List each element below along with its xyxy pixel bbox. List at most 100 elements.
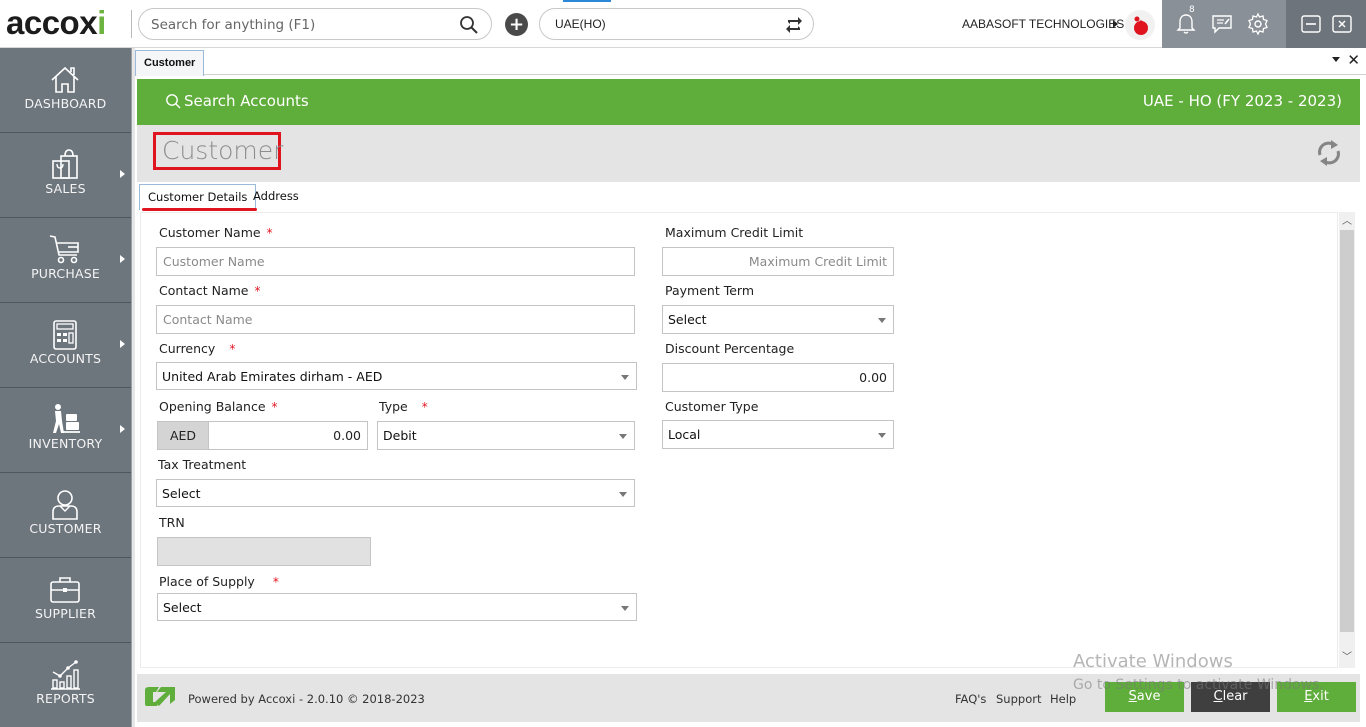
sidebar-label: SALES: [45, 181, 86, 196]
trn-input[interactable]: [157, 537, 371, 566]
sidebar-item-customer[interactable]: CUSTOMER: [0, 473, 131, 558]
chevron-down-icon: [878, 433, 886, 438]
label-text: Opening Balance: [159, 399, 266, 414]
max-credit-limit-label: Maximum Credit Limit: [665, 225, 804, 240]
trn-label: TRN: [159, 515, 185, 530]
chevron-down-icon: [878, 318, 886, 323]
label-text: Currency: [159, 341, 216, 356]
bell-icon[interactable]: [1174, 12, 1198, 36]
chevron-right-icon: [120, 425, 125, 433]
refresh-icon[interactable]: [1314, 137, 1344, 169]
label-text: Place of Supply: [159, 574, 255, 589]
discount-percentage-input[interactable]: [662, 363, 894, 392]
customer-type-select[interactable]: Local: [662, 420, 894, 449]
message-icon[interactable]: [1210, 12, 1234, 36]
help-link[interactable]: Help: [1050, 692, 1076, 706]
currency-label: Currency *: [159, 341, 235, 356]
sidebar-item-accounts[interactable]: ACCOUNTS: [0, 303, 131, 388]
tax-treatment-select[interactable]: Select: [156, 479, 635, 507]
type-select[interactable]: Debit: [377, 421, 635, 450]
required-marker: *: [421, 400, 428, 414]
sidebar-item-dashboard[interactable]: DASHBOARD: [0, 48, 131, 133]
global-search[interactable]: [138, 8, 492, 40]
add-icon: +: [508, 13, 525, 35]
gear-icon[interactable]: [1246, 12, 1270, 36]
branch-label: UAE(HO): [555, 17, 606, 31]
required-marker: *: [266, 226, 273, 240]
payment-term-select[interactable]: Select: [662, 305, 894, 334]
minimize-icon[interactable]: [1299, 12, 1323, 36]
label-text: Type: [379, 399, 408, 414]
branch-selector[interactable]: UAE(HO): [539, 8, 814, 40]
sidebar: DASHBOARD SALES PURCHASE ACCOUNTS INVENT…: [0, 48, 131, 727]
avatar[interactable]: [1125, 10, 1155, 40]
user-icon: [52, 490, 78, 520]
notification-count: 8: [1189, 5, 1195, 15]
required-marker: *: [229, 342, 236, 356]
opening-balance-label: Opening Balance *: [159, 399, 278, 414]
scrollbar-thumb[interactable]: [1340, 230, 1354, 632]
top-bar: accoxi + UAE(HO) AABASOFT TECHNOLOGIES 8: [0, 0, 1366, 48]
tab-customer-details[interactable]: Customer Details: [139, 184, 258, 211]
contact-name-input[interactable]: [156, 305, 635, 334]
tab-list-dropdown-icon[interactable]: [1332, 57, 1340, 62]
scroll-down-icon[interactable]: ﹀: [1339, 650, 1355, 666]
page-title: Customer: [153, 132, 283, 170]
fiscal-year-label: UAE - HO (FY 2023 - 2023): [1142, 92, 1342, 110]
chart-icon: [51, 660, 80, 690]
max-credit-limit-input[interactable]: [662, 247, 894, 276]
sidebar-item-sales[interactable]: SALES: [0, 133, 131, 218]
place-of-supply-select[interactable]: Select: [157, 593, 637, 621]
sidebar-item-inventory[interactable]: INVENTORY: [0, 388, 131, 473]
toolbar-tools: [1162, 0, 1286, 48]
chevron-down-icon: [621, 606, 629, 611]
sidebar-item-purchase[interactable]: PURCHASE: [0, 218, 131, 303]
swap-branch-icon[interactable]: [783, 14, 805, 36]
chevron-down-icon: [619, 492, 627, 497]
place-of-supply-value: Select: [163, 600, 202, 615]
activate-windows-watermark: Activate Windows: [1073, 651, 1233, 672]
briefcase-icon: [50, 577, 80, 603]
window-controls: [1286, 0, 1366, 48]
global-search-input[interactable]: [151, 15, 451, 35]
add-button[interactable]: +: [505, 13, 528, 36]
logo-text: accox: [6, 4, 98, 41]
module-header: Search Accounts UAE - HO (FY 2023 - 2023…: [137, 79, 1360, 125]
faqs-link[interactable]: FAQ's: [955, 692, 986, 706]
caret-right-icon[interactable]: [1113, 20, 1118, 28]
label-text: Contact Name: [159, 283, 249, 298]
doc-tab-customer[interactable]: Customer: [135, 50, 205, 76]
label-text: Customer Name: [159, 225, 261, 240]
tax-treatment-value: Select: [162, 486, 201, 501]
search-accounts-button[interactable]: Search Accounts: [165, 92, 309, 110]
chevron-right-icon: [120, 255, 125, 263]
tax-treatment-label: Tax Treatment: [158, 457, 247, 472]
chevron-right-icon: [120, 340, 125, 348]
scroll-up-icon[interactable]: ︿: [1339, 214, 1355, 230]
customer-name-input[interactable]: [156, 247, 635, 276]
company-name[interactable]: AABASOFT TECHNOLOGIES: [962, 17, 1124, 31]
sidebar-item-supplier[interactable]: SUPPLIER: [0, 558, 131, 643]
customer-form: Customer Name * Contact Name * Currency * U…: [140, 212, 1338, 668]
close-tab-icon[interactable]: ✕: [1347, 51, 1360, 69]
required-marker: *: [272, 575, 279, 589]
sidebar-label: CUSTOMER: [29, 521, 102, 536]
sidebar-label: DASHBOARD: [24, 96, 107, 111]
support-link[interactable]: Support: [996, 692, 1041, 706]
opening-balance-input[interactable]: [208, 421, 368, 450]
currency-select[interactable]: United Arab Emirates dirham - AED: [156, 362, 637, 390]
vertical-scrollbar[interactable]: ︿ ﹀: [1339, 212, 1355, 668]
payment-term-value: Select: [668, 312, 707, 327]
accoxi-brand-icon: [145, 687, 175, 706]
search-icon[interactable]: [459, 15, 479, 35]
type-value: Debit: [383, 428, 417, 443]
accoxi-logo: accoxi: [6, 5, 106, 41]
cart-icon: [49, 235, 79, 264]
title-band: Customer: [137, 125, 1360, 182]
customer-name-label: Customer Name *: [159, 225, 273, 240]
tab-address[interactable]: Address: [245, 184, 307, 210]
sidebar-item-reports[interactable]: REPORTS: [0, 643, 131, 727]
chevron-right-icon: [120, 170, 125, 178]
search-icon: [166, 94, 181, 109]
close-icon[interactable]: [1330, 12, 1354, 36]
